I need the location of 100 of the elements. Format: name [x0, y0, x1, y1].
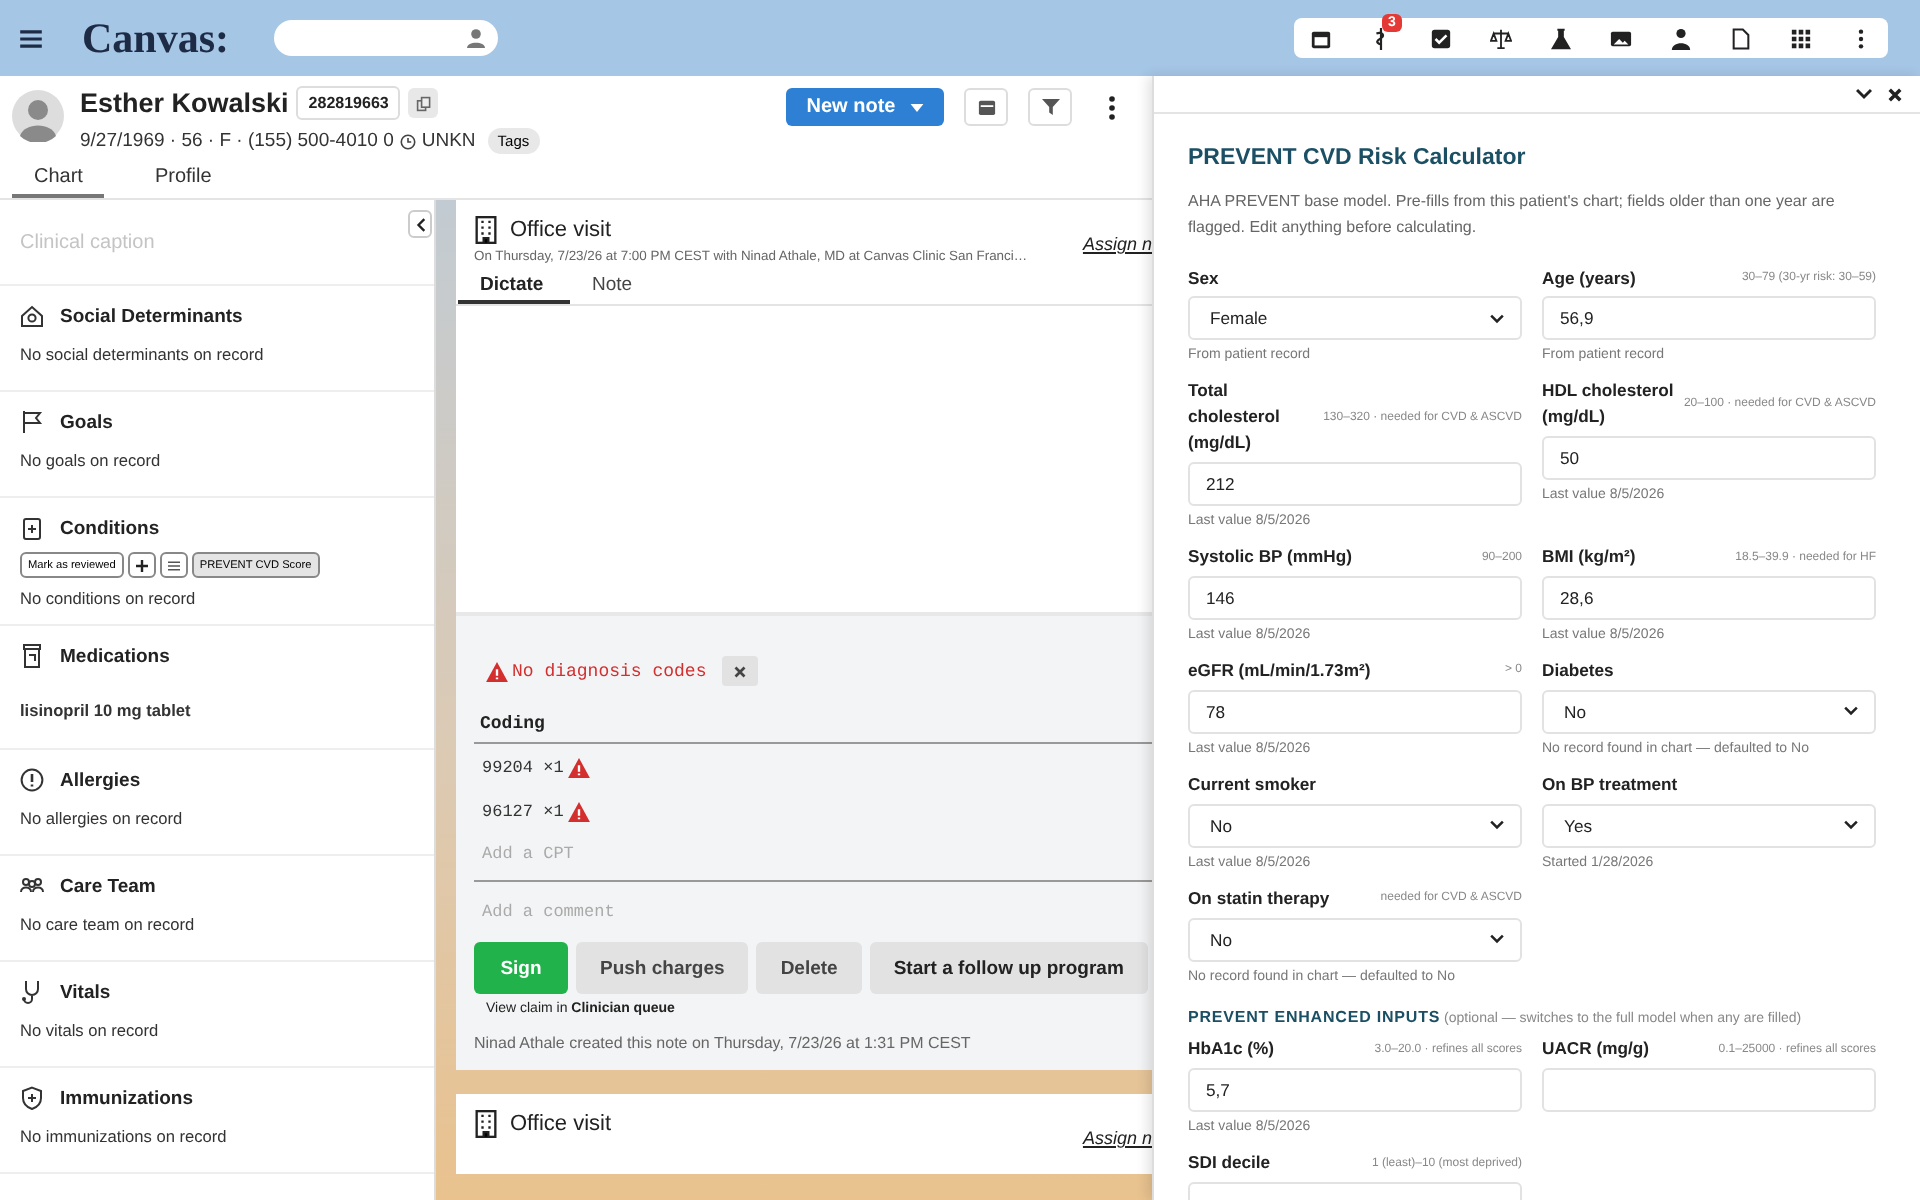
comment-field[interactable]: Add a comment: [474, 890, 1152, 934]
section-title: Goals: [60, 411, 113, 433]
input-field[interactable]: [1542, 1068, 1876, 1113]
input-field[interactable]: 78: [1188, 689, 1522, 734]
person-icon[interactable]: [1670, 27, 1692, 49]
field-label: HbA1c (%): [1188, 1036, 1274, 1063]
calculator-title: PREVENT CVD Risk Calculator: [1188, 146, 1528, 170]
menu-icon[interactable]: [20, 29, 42, 47]
close-icon: [734, 665, 747, 677]
billing-code: 99204 ×1: [482, 758, 564, 778]
dismiss-button[interactable]: [722, 656, 759, 686]
section-title: Care Team: [60, 875, 156, 897]
tab[interactable]: Profile: [132, 166, 234, 198]
section-title: Immunizations: [60, 1087, 194, 1109]
patient-name: Esther Kowalski: [80, 88, 289, 118]
tab[interactable]: Dictate: [458, 270, 570, 304]
empty-message: No vitals on record: [20, 1020, 161, 1040]
billing-code: 96127 ×1: [482, 802, 564, 822]
cpt-field[interactable]: Add a CPT: [474, 832, 1152, 882]
assign-link[interactable]: Assign n: [1082, 234, 1152, 254]
field-label: Total cholesterol (mg/dL): [1188, 378, 1282, 457]
note-footer: Ninad Athale created this note on Thursday, 7/23/26 at 1:31 PM CEST: [474, 1034, 1152, 1052]
chevron-left-icon: [415, 217, 425, 231]
field-label: HDL cholesterol (mg/dL): [1542, 378, 1676, 431]
calculator-description: AHA PREVENT base model. Pre-fills from this patient's chart; fields older than one year are flagged. Edit anything before calculating.: [1188, 190, 1837, 240]
empty-message: No conditions on record: [20, 588, 198, 608]
collapse-button[interactable]: [408, 210, 432, 238]
copy-button[interactable]: [408, 88, 439, 118]
field-label: UACR (mg/g): [1542, 1036, 1649, 1063]
dropdown[interactable]: No: [1188, 803, 1522, 848]
field-label: SDI decile: [1188, 1150, 1271, 1177]
search-field[interactable]: [273, 20, 498, 56]
input-field[interactable]: 50: [1542, 436, 1876, 481]
empty-message: No goals on record: [20, 450, 163, 470]
dropdown[interactable]: No: [1188, 917, 1522, 962]
record-item: lisinopril 10 mg tablet: [20, 700, 193, 720]
empty-message: No allergies on record: [20, 808, 185, 828]
grid-icon[interactable]: [1790, 27, 1812, 49]
document-icon[interactable]: [1730, 27, 1752, 49]
section-title: Medications: [60, 645, 170, 667]
section-title: Allergies: [60, 769, 141, 791]
clipboard-icon: [20, 516, 44, 540]
patient-id: 282819663: [296, 86, 401, 120]
add-button[interactable]: [127, 552, 156, 578]
action-button[interactable]: Start a follow up program: [869, 942, 1148, 994]
field-label: Age (years): [1542, 265, 1636, 291]
dropdown[interactable]: Yes: [1542, 803, 1876, 848]
action-button[interactable]: Delete: [756, 942, 862, 994]
warning-icon: [486, 661, 508, 681]
kebab-menu-icon[interactable]: [1108, 95, 1116, 119]
person-icon: [465, 28, 486, 48]
flask-icon[interactable]: [1550, 27, 1572, 49]
new-note-button[interactable]: New note: [786, 88, 944, 126]
empty-message: No care team on record: [20, 914, 197, 934]
logo: Canvas:: [82, 13, 230, 63]
clock-icon: [399, 133, 416, 149]
warning-icon: [567, 802, 590, 822]
field-label: Current smoker: [1188, 771, 1316, 798]
checkbox-icon[interactable]: [1430, 27, 1452, 49]
input-field[interactable]: 56,9: [1542, 296, 1876, 341]
dropdown[interactable]: Female: [1188, 296, 1522, 341]
field-label: On BP treatment: [1542, 771, 1678, 798]
bottle-icon: [20, 644, 44, 668]
close-icon[interactable]: [1888, 87, 1902, 101]
chevron-down-icon: [1490, 934, 1504, 945]
chevron-down-icon: [1844, 706, 1858, 717]
filter-button[interactable]: [1028, 88, 1072, 126]
calendar-button[interactable]: [964, 88, 1008, 126]
caret-icon: [909, 103, 924, 111]
chevron-down-icon: [1844, 820, 1858, 831]
list-button[interactable]: [159, 552, 188, 578]
image-icon[interactable]: [1610, 27, 1632, 49]
empty-message: No social determinants on record: [20, 344, 266, 364]
input-field[interactable]: 5,7: [1188, 1068, 1522, 1113]
field-label: Sex: [1188, 265, 1219, 291]
field-label: Diabetes: [1542, 658, 1614, 684]
input-field[interactable]: 146: [1188, 576, 1522, 621]
field-label: Systolic BP (mmHg): [1188, 544, 1352, 571]
assign-link[interactable]: Assign n: [1082, 1128, 1152, 1148]
chevron-down-icon: [1490, 820, 1504, 831]
coding-heading: Coding: [474, 686, 1152, 744]
input-field[interactable]: 212: [1188, 462, 1522, 507]
exclamation-icon: [20, 768, 44, 792]
copy-icon: [415, 95, 432, 111]
chevron-down-icon: [1490, 313, 1504, 324]
tab[interactable]: Note: [570, 270, 682, 304]
field-label: On statin therapy: [1188, 885, 1330, 912]
scale-icon[interactable]: [1490, 27, 1512, 49]
note-title: Office visit: [510, 1112, 612, 1136]
action-button[interactable]: Push charges: [576, 942, 749, 994]
filter-icon: [1041, 98, 1059, 116]
field-label: eGFR (mL/min/1.73m²): [1188, 658, 1371, 684]
section-title: Conditions: [60, 517, 160, 539]
chevron-down-icon[interactable]: [1856, 88, 1872, 100]
empty-message: No immunizations on record: [20, 1126, 229, 1146]
input-field[interactable]: 28,6: [1542, 576, 1876, 621]
note-title: Office visit: [510, 218, 612, 242]
dropdown[interactable]: No: [1542, 689, 1876, 734]
section-title: Social Determinants: [60, 305, 243, 327]
house-icon: [20, 304, 44, 328]
